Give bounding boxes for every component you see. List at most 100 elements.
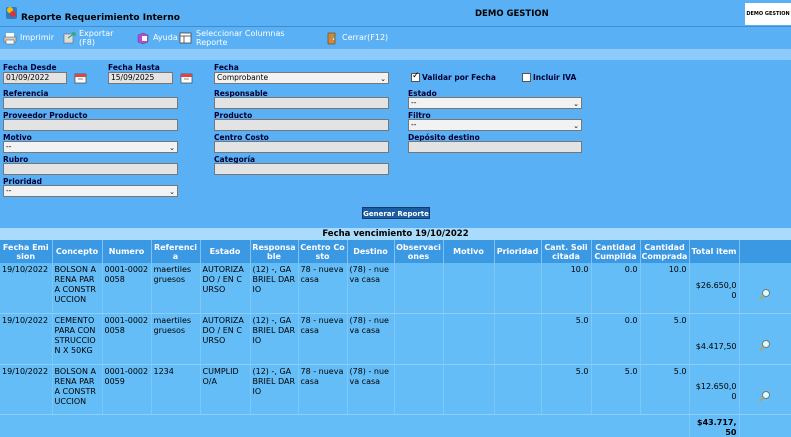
column-header[interactable]: Estado <box>200 240 251 263</box>
centro-costo-input[interactable] <box>214 141 389 153</box>
validar-fecha-checkbox[interactable] <box>411 71 420 82</box>
cell-centro-costo: 78 - nueva casa <box>298 364 348 415</box>
column-header[interactable]: Centro Costo <box>298 240 348 263</box>
close-button[interactable]: Cerrar(F12) <box>325 27 388 48</box>
cell-actions <box>739 263 791 314</box>
cell-responsable: (12) -, GABRIEL DARIO <box>250 364 299 415</box>
chevron-down-icon: ⌄ <box>380 75 386 83</box>
chevron-down-icon: ⌄ <box>169 144 175 152</box>
motivo-select[interactable]: -- ⌄ <box>3 141 178 153</box>
cell-centro-costo: 78 - nueva casa <box>298 313 348 365</box>
calendar-icon[interactable] <box>180 72 193 84</box>
cell-referencia: maertiles gruesos <box>151 263 201 314</box>
fecha-hasta-label: Fecha Hasta <box>108 63 160 72</box>
column-header[interactable]: Observaciones <box>394 240 444 263</box>
cell-cant-comprada: 10.0 <box>640 263 690 314</box>
cell-referencia: 1234 <box>151 364 201 415</box>
column-header[interactable]: Destino <box>347 240 395 263</box>
report-table: Fecha Emision Concepto Numero Referencia… <box>0 240 791 437</box>
cell-motivo <box>443 263 495 314</box>
app-logo-icon <box>6 7 17 19</box>
column-header[interactable]: Concepto <box>52 240 103 263</box>
cell-motivo <box>443 364 495 415</box>
column-header[interactable]: Cantidad Comprada <box>640 240 690 263</box>
chevron-down-icon: ⌄ <box>573 100 579 108</box>
company-name: DEMO GESTION <box>475 9 549 19</box>
cell-cant-cumplida: 0.0 <box>591 263 641 314</box>
magnifier-icon[interactable] <box>759 390 771 402</box>
column-header[interactable]: Prioridad <box>494 240 542 263</box>
table-row[interactable]: 19/10/2022 BOLSON ARENA PARA CONSTRUCCIO… <box>0 263 791 314</box>
chevron-down-icon: ⌄ <box>169 188 175 196</box>
cell-concepto: CEMENTO PARA CONSTRUCCION X 50KG <box>52 313 103 365</box>
fecha-type-select[interactable]: Comprobante ⌄ <box>214 72 389 84</box>
help-button[interactable]: Ayuda <box>136 27 178 48</box>
column-header[interactable]: Total item <box>689 240 740 263</box>
cell-observaciones <box>394 313 444 365</box>
cell-destino: (78) - nueva casa <box>347 313 395 365</box>
table-row[interactable]: 19/10/2022 BOLSON ARENA PARA CONSTRUCCIO… <box>0 364 791 415</box>
cell-destino: (78) - nueva casa <box>347 263 395 314</box>
producto-input[interactable] <box>214 119 389 131</box>
categoria-input[interactable] <box>214 163 389 175</box>
cell-responsable: (12) -, GABRIEL DARIO <box>250 313 299 365</box>
proveedor-input[interactable] <box>3 119 178 131</box>
incluir-iva-label: Incluir IVA <box>533 73 577 82</box>
company-logo: DEMO GESTION <box>745 3 791 25</box>
help-book-icon <box>137 32 149 44</box>
cell-cant-solicitada: 5.0 <box>541 364 592 415</box>
print-button[interactable]: Imprimir <box>3 27 54 48</box>
calendar-icon[interactable] <box>74 72 87 84</box>
column-header[interactable]: Fecha Emision <box>0 240 53 263</box>
cell-cant-solicitada: 5.0 <box>541 313 592 365</box>
cell-total-item: $26.650,00 <box>689 263 740 314</box>
responsable-input[interactable] <box>214 97 389 109</box>
export-icon <box>63 31 76 43</box>
cell-cant-comprada: 5.0 <box>640 313 690 365</box>
grand-total-row: $43.717,50 <box>0 414 791 437</box>
cell-cant-comprada: 5.0 <box>640 364 690 415</box>
cell-concepto: BOLSON ARENA PARA CONSTRUCCION <box>52 263 103 314</box>
column-header[interactable]: Cantidad Cumplida <box>591 240 641 263</box>
magnifier-icon[interactable] <box>759 288 771 300</box>
prioridad-select[interactable]: -- ⌄ <box>3 185 178 197</box>
column-header-actions <box>739 240 791 263</box>
printer-icon <box>3 32 17 44</box>
toolbar: Imprimir Exportar (F8) Ayuda Seleccionar … <box>0 27 791 48</box>
column-header[interactable]: Cant. Solicitada <box>541 240 592 263</box>
cell-fecha: 19/10/2022 <box>0 263 53 314</box>
referencia-input[interactable] <box>3 97 178 109</box>
fecha-type-label: Fecha <box>214 63 239 72</box>
export-button[interactable]: Exportar (F8) <box>62 27 113 48</box>
fecha-hasta-input[interactable]: 15/09/2025 <box>108 72 173 84</box>
cell-centro-costo: 78 - nueva casa <box>298 263 348 314</box>
cell-observaciones <box>394 263 444 314</box>
cell-total-item: $4.417,50 <box>689 313 740 365</box>
column-header[interactable]: Responsable <box>250 240 299 263</box>
cell-destino: (78) - nueva casa <box>347 364 395 415</box>
fecha-desde-input[interactable]: 01/09/2022 <box>3 72 67 84</box>
cell-responsable: (12) -, GABRIEL DARIO <box>250 263 299 314</box>
generate-report-button[interactable]: Generar Reporte <box>362 207 430 219</box>
cell-estado: AUTORIZADO / EN CURSO <box>200 313 251 365</box>
cell-observaciones <box>394 364 444 415</box>
column-header[interactable]: Motivo <box>443 240 495 263</box>
close-label: Cerrar(F12) <box>342 33 389 42</box>
cell-motivo <box>443 313 495 365</box>
title-bar: Reporte Requerimiento Interno DEMO GESTI… <box>0 0 791 27</box>
filtro-select[interactable]: -- ⌄ <box>408 119 582 131</box>
deposito-input[interactable] <box>408 141 582 153</box>
column-header[interactable]: Referencia <box>151 240 201 263</box>
cell-estado: CUMPLIDO/A <box>200 364 251 415</box>
magnifier-icon[interactable] <box>759 339 771 351</box>
rubro-input[interactable] <box>3 163 178 175</box>
cell-numero: 0001-00020058 <box>102 313 152 365</box>
estado-select[interactable]: -- ⌄ <box>408 97 582 109</box>
incluir-iva-checkbox[interactable] <box>522 73 531 82</box>
toolbar-separator <box>0 49 791 60</box>
column-header[interactable]: Numero <box>102 240 152 263</box>
select-columns-button[interactable]: Seleccionar Columnas Reporte <box>179 27 285 48</box>
due-date-heading: Fecha vencimiento 19/10/2022 <box>0 228 791 240</box>
cell-cant-cumplida: 0.0 <box>591 313 641 365</box>
table-row[interactable]: 19/10/2022 CEMENTO PARA CONSTRUCCION X 5… <box>0 313 791 365</box>
